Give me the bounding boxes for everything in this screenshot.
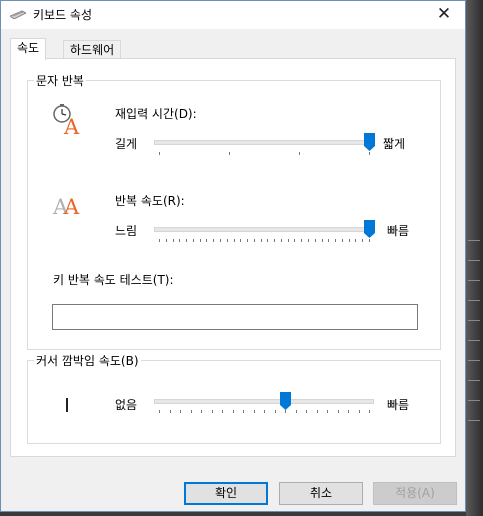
slider-tick [213, 239, 214, 242]
rate-label: 반복 속도(R): [115, 194, 185, 208]
slider-tick [186, 239, 187, 242]
slider-tick [294, 239, 295, 242]
blink-slider-track[interactable] [154, 399, 374, 404]
slider-tick [229, 152, 230, 155]
slider-tick [173, 239, 174, 242]
slider-tick [193, 239, 194, 242]
svg-text:A: A [63, 195, 80, 218]
ok-button[interactable]: 확인 [184, 482, 268, 505]
close-button[interactable]: ✕ [431, 3, 457, 25]
slider-tick [288, 239, 289, 242]
keyboard-properties-dialog: 키보드 속성 ✕ 속도 하드웨어 문자 반복 A 재입력 시간(D): 길게 짧… [0, 0, 466, 512]
slider-tick [296, 410, 297, 413]
slider-tick [264, 410, 265, 413]
rate-min-label: 느림 [115, 224, 138, 238]
window-title: 키보드 속성 [33, 8, 93, 22]
slider-tick [206, 239, 207, 242]
slider-tick [308, 239, 309, 242]
slider-tick [220, 239, 221, 242]
title-bar: 키보드 속성 ✕ [1, 1, 465, 29]
slider-tick [200, 239, 201, 242]
delay-label: 재입력 시간(D): [115, 107, 197, 121]
slider-tick [243, 410, 244, 413]
slider-tick [166, 239, 167, 242]
delay-slider-ticks [159, 152, 370, 157]
slider-tick [315, 239, 316, 242]
slider-tick [369, 152, 370, 155]
slider-tick [254, 410, 255, 413]
slider-tick [212, 410, 213, 413]
slider-tick [275, 410, 276, 413]
slider-tick [355, 239, 356, 242]
slider-tick [261, 239, 262, 242]
blink-min-label: 없음 [115, 398, 138, 412]
repeat-test-label: 키 반복 속도 테스트(T): [53, 273, 174, 287]
rate-slider-thumb[interactable] [363, 220, 375, 238]
slider-tick [170, 410, 171, 413]
cancel-button[interactable]: 취소 [279, 482, 363, 505]
slider-tick [359, 410, 360, 413]
tab-speed[interactable]: 속도 [10, 38, 47, 60]
text-cursor-icon [66, 398, 68, 412]
repeat-test-input[interactable] [52, 304, 418, 330]
slider-tick [254, 239, 255, 242]
slider-tick [362, 239, 363, 242]
slider-tick [281, 239, 282, 242]
slider-tick [369, 239, 370, 242]
slider-tick [227, 239, 228, 242]
slider-tick [338, 410, 339, 413]
slider-tick [179, 239, 180, 242]
slider-tick [274, 239, 275, 242]
slider-tick [349, 239, 350, 242]
char-repeat-legend: 문자 반복 [34, 72, 86, 89]
slider-tick [369, 410, 370, 413]
delay-min-label: 길게 [115, 137, 138, 151]
rate-max-label: 빠름 [387, 224, 410, 238]
slider-tick [201, 410, 202, 413]
rate-slider-ticks [159, 239, 370, 244]
slider-tick [180, 410, 181, 413]
delay-slider-track[interactable] [154, 140, 374, 145]
slider-tick [301, 239, 302, 242]
slider-tick [222, 410, 223, 413]
slider-tick [322, 239, 323, 242]
tab-hardware[interactable]: 하드웨어 [63, 40, 122, 60]
background-desktop [466, 0, 483, 516]
cursor-blink-legend: 커서 깜박임 속도(B) [34, 352, 141, 369]
slider-tick [159, 152, 160, 155]
slider-tick [299, 152, 300, 155]
slider-tick [247, 239, 248, 242]
rate-slider-track[interactable] [154, 227, 374, 232]
blink-slider-ticks [159, 410, 370, 415]
svg-text:A: A [63, 115, 80, 135]
slider-tick [342, 239, 343, 242]
tab-panel-speed: 문자 반복 A 재입력 시간(D): 길게 짧게 A A 반복 속도(R): 느… [10, 58, 456, 457]
apply-button[interactable]: 적용(A) [373, 482, 457, 505]
slider-tick [240, 239, 241, 242]
slider-tick [233, 410, 234, 413]
blink-max-label: 빠름 [387, 398, 410, 412]
slider-tick [328, 239, 329, 242]
slider-tick [335, 239, 336, 242]
slider-tick [348, 410, 349, 413]
slider-tick [159, 410, 160, 413]
keyboard-icon [10, 10, 26, 19]
clock-letter-a-icon: A [53, 104, 80, 135]
blink-slider-thumb[interactable] [279, 392, 291, 410]
slider-tick [317, 410, 318, 413]
slider-tick [234, 239, 235, 242]
delay-max-label: 짧게 [383, 137, 406, 151]
double-letter-a-icon: A A [52, 195, 80, 218]
slider-tick [306, 410, 307, 413]
slider-tick [267, 239, 268, 242]
slider-tick [285, 410, 286, 413]
slider-tick [159, 239, 160, 242]
slider-tick [327, 410, 328, 413]
close-icon: ✕ [436, 4, 452, 24]
slider-tick [191, 410, 192, 413]
delay-slider-thumb[interactable] [363, 133, 375, 151]
